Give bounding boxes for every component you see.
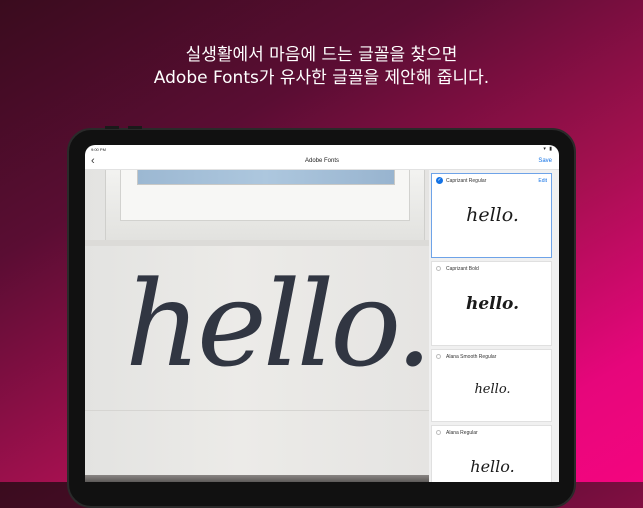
font-suggestion-list: ✓ Caprizant Regular Edit hello. Caprizan… xyxy=(429,170,559,482)
page-title: Adobe Fonts xyxy=(304,158,340,164)
wifi-battery-icon: ▾ ▮ xyxy=(543,146,553,152)
font-card-alana-regular[interactable]: Alana Regular hello. xyxy=(431,425,552,482)
font-name: Alana Regular xyxy=(446,430,478,436)
window-ledge xyxy=(85,240,429,246)
volume-button xyxy=(105,126,119,129)
volume-button xyxy=(128,126,142,129)
font-name: Alana Smooth Regular xyxy=(446,354,497,360)
headline: 실생활에서 마음에 드는 글꼴을 찾으면 Adobe Fonts가 유사한 글꼴… xyxy=(0,44,643,90)
font-card-caprizant-bold[interactable]: Caprizant Bold hello. xyxy=(431,261,552,346)
font-name: Caprizant Regular xyxy=(446,178,487,184)
radio-unselected-icon[interactable] xyxy=(436,266,441,271)
headline-line-1: 실생활에서 마음에 드는 글꼴을 찾으면 xyxy=(185,45,458,65)
window-glass xyxy=(137,170,395,185)
window-sash xyxy=(120,170,410,221)
photo-lettering: hello. xyxy=(125,255,429,393)
edit-button[interactable]: Edit xyxy=(538,178,547,184)
font-card-alana-smooth-regular[interactable]: Alana Smooth Regular hello. xyxy=(431,349,552,422)
radio-unselected-icon[interactable] xyxy=(436,354,441,359)
font-card-caprizant-regular[interactable]: ✓ Caprizant Regular Edit hello. xyxy=(431,173,552,258)
navigation-bar: ‹ Adobe Fonts Save xyxy=(85,155,559,170)
photo-bottom-shadow xyxy=(85,475,429,482)
status-time: 9:00 PM xyxy=(91,147,106,152)
save-button[interactable]: Save xyxy=(538,158,552,164)
font-sample: hello. xyxy=(466,204,519,226)
status-bar: 9:00 PM ▾ ▮ xyxy=(85,145,559,155)
checkmark-icon: ✓ xyxy=(436,177,443,184)
font-sample: hello. xyxy=(474,382,511,397)
captured-photo: hello. xyxy=(85,170,429,482)
font-sample: hello. xyxy=(470,457,515,476)
headline-line-2: Adobe Fonts가 유사한 글꼴을 제안해 줍니다. xyxy=(153,68,490,88)
app-screen: 9:00 PM ▾ ▮ ‹ Adobe Fonts Save hello. ✓ … xyxy=(85,145,559,482)
wall-panel-line xyxy=(85,410,429,411)
font-name: Caprizant Bold xyxy=(446,266,479,272)
window-frame xyxy=(105,170,425,241)
font-sample: hello. xyxy=(465,294,520,314)
radio-unselected-icon[interactable] xyxy=(436,430,441,435)
